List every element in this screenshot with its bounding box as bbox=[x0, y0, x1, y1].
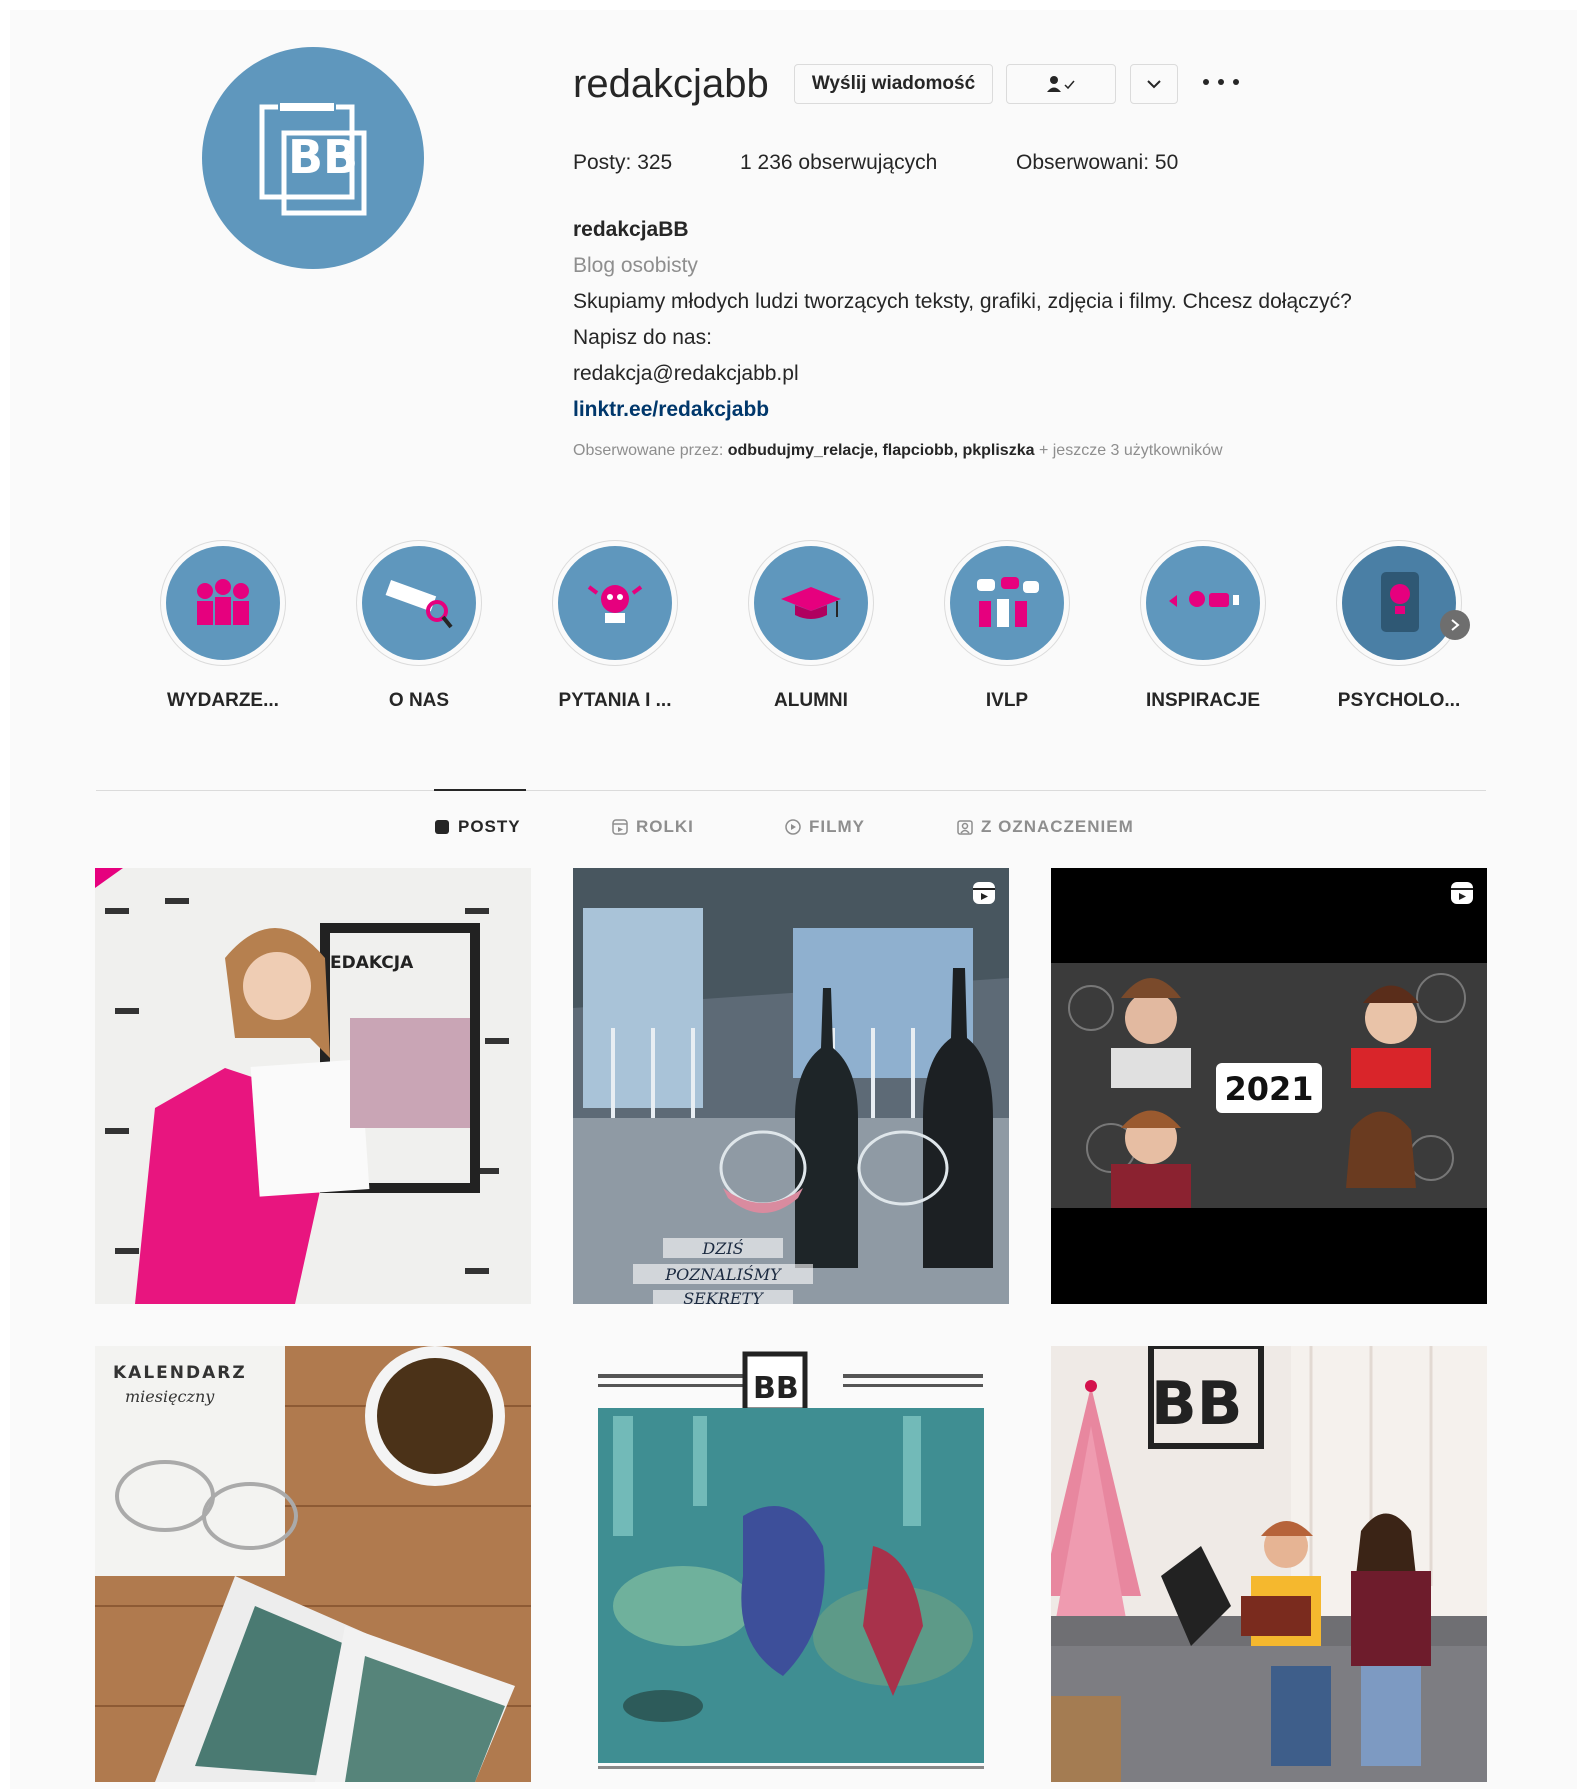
post-tile[interactable]: BB bbox=[1051, 1346, 1487, 1782]
robot-icon bbox=[587, 585, 643, 623]
post-image: BB bbox=[573, 1346, 1009, 1782]
highlight-label: PYTANIA I ... bbox=[558, 690, 672, 711]
suggestions-dropdown-button[interactable] bbox=[1130, 64, 1178, 104]
svg-text:BB: BB bbox=[753, 1371, 799, 1406]
highlight-label: ALUMNI bbox=[774, 690, 848, 711]
bio-link[interactable]: linktr.ee/redakcjabb bbox=[573, 392, 1352, 428]
post-overlay-text: EDAKCJA bbox=[330, 953, 414, 973]
post-overlay-text: miesięczny bbox=[125, 1387, 215, 1406]
chevron-down-icon bbox=[1147, 80, 1161, 89]
post-image: 2021 bbox=[1051, 868, 1487, 1304]
highlight-inspiracje[interactable]: INSPIRACJE bbox=[1113, 540, 1293, 712]
post-image: KALENDARZ miesięczny bbox=[95, 1346, 531, 1782]
highlight-wydarzenia[interactable]: WYDARZE... bbox=[133, 540, 313, 712]
tab-label: POSTY bbox=[458, 817, 521, 836]
send-message-button[interactable]: Wyślij wiadomość bbox=[794, 64, 993, 104]
user-check-icon bbox=[1047, 76, 1075, 92]
dot-icon bbox=[1218, 79, 1224, 85]
highlight-pytania[interactable]: PYTANIA I ... bbox=[525, 540, 705, 712]
reels-icon bbox=[973, 882, 995, 904]
followed-by-suffix: + jeszcze 3 użytkowników bbox=[1038, 442, 1223, 459]
bio-name: redakcjaBB bbox=[573, 218, 689, 241]
highlight-label: IVLP bbox=[985, 690, 1029, 711]
lightbulb-icon bbox=[1169, 591, 1239, 607]
chevron-right-icon bbox=[1451, 619, 1460, 631]
tab-videos[interactable]: FILMY bbox=[785, 817, 865, 837]
reels-icon bbox=[1451, 882, 1473, 904]
highlight-label: PSYCHOLO... bbox=[1337, 690, 1461, 711]
post-image: DZIŚ POZNALIŚMY SEKRETY bbox=[573, 868, 1009, 1304]
tab-reels[interactable]: ROLKI bbox=[612, 817, 694, 837]
group-chat-icon bbox=[977, 577, 1039, 627]
dot-icon bbox=[1203, 79, 1209, 85]
tab-label: ROLKI bbox=[636, 817, 694, 836]
magnifier-icon bbox=[385, 579, 453, 629]
post-tile[interactable]: EDAKCJA bbox=[95, 868, 531, 1304]
post-tile[interactable]: 2021 bbox=[1051, 868, 1487, 1304]
post-image: BB bbox=[1051, 1346, 1487, 1782]
dot-icon bbox=[1233, 79, 1239, 85]
highlight-label: INSPIRACJE bbox=[1145, 690, 1261, 711]
highlight-o-nas[interactable]: O NAS bbox=[329, 540, 509, 712]
followed-by[interactable]: Obserwowane przez: odbudujmy_relacje, fl… bbox=[573, 442, 1223, 460]
tab-label: FILMY bbox=[809, 817, 865, 836]
followed-by-users: odbudujmy_relacje, flapciobb, pkpliszka bbox=[727, 442, 1035, 459]
followed-by-prefix: Obserwowane przez: bbox=[573, 442, 724, 459]
tagged-icon bbox=[957, 820, 973, 835]
tab-tagged[interactable]: Z OZNACZENIEM bbox=[957, 817, 1134, 837]
profile-avatar[interactable]: BB bbox=[202, 47, 424, 269]
grid-icon bbox=[435, 820, 449, 834]
svg-text:BB: BB bbox=[1151, 1369, 1242, 1439]
profile-username: redakcjabb bbox=[573, 62, 769, 106]
bio-email: redakcja@redakcjabb.pl bbox=[573, 362, 799, 385]
post-overlay-text: SEKRETY bbox=[683, 1289, 764, 1304]
bb-logo-icon: BB bbox=[259, 101, 367, 216]
post-image: EDAKCJA bbox=[95, 868, 531, 1304]
highlight-alumni[interactable]: ALUMNI bbox=[721, 540, 901, 712]
post-tile[interactable]: DZIŚ POZNALIŚMY SEKRETY bbox=[573, 868, 1009, 1304]
video-icon bbox=[785, 819, 801, 835]
bio-line: Napisz do nas: bbox=[573, 326, 712, 349]
highlights-next-button[interactable] bbox=[1440, 610, 1470, 640]
post-tile[interactable]: BB bbox=[573, 1346, 1009, 1782]
highlight-ivlp[interactable]: IVLP bbox=[917, 540, 1097, 712]
post-overlay-text: 2021 bbox=[1224, 1070, 1313, 1108]
following-count[interactable]: Obserwowani: 50 bbox=[1016, 151, 1178, 175]
bio-category: Blog osobisty bbox=[573, 254, 698, 277]
bio-line: Skupiamy młodych ludzi tworzących teksty… bbox=[573, 290, 1352, 313]
graduation-cap-icon bbox=[781, 587, 841, 619]
followers-count[interactable]: 1 236 obserwujących bbox=[740, 151, 937, 175]
more-options-button[interactable] bbox=[1203, 70, 1239, 94]
profile-bio: redakcjaBB Blog osobisty Skupiamy młodyc… bbox=[573, 212, 1352, 428]
following-button[interactable] bbox=[1006, 64, 1116, 104]
tabs-divider bbox=[96, 790, 1486, 791]
active-tab-indicator bbox=[434, 789, 526, 791]
tab-posts[interactable]: POSTY bbox=[434, 817, 521, 837]
highlight-label: WYDARZE... bbox=[167, 690, 279, 711]
posts-count: Posty: 325 bbox=[573, 151, 673, 174]
post-tile[interactable]: KALENDARZ miesięczny bbox=[95, 1346, 531, 1782]
svg-text:BB: BB bbox=[288, 130, 358, 184]
tablet-icon bbox=[1381, 572, 1419, 632]
post-overlay-text: DZIŚ bbox=[701, 1238, 743, 1258]
people-icon bbox=[197, 579, 249, 625]
tab-label: Z OZNACZENIEM bbox=[981, 817, 1134, 836]
highlight-label: O NAS bbox=[388, 690, 450, 711]
post-overlay-text: POZNALIŚMY bbox=[664, 1264, 782, 1284]
post-overlay-text: KALENDARZ bbox=[113, 1363, 247, 1383]
reels-icon bbox=[612, 819, 628, 835]
